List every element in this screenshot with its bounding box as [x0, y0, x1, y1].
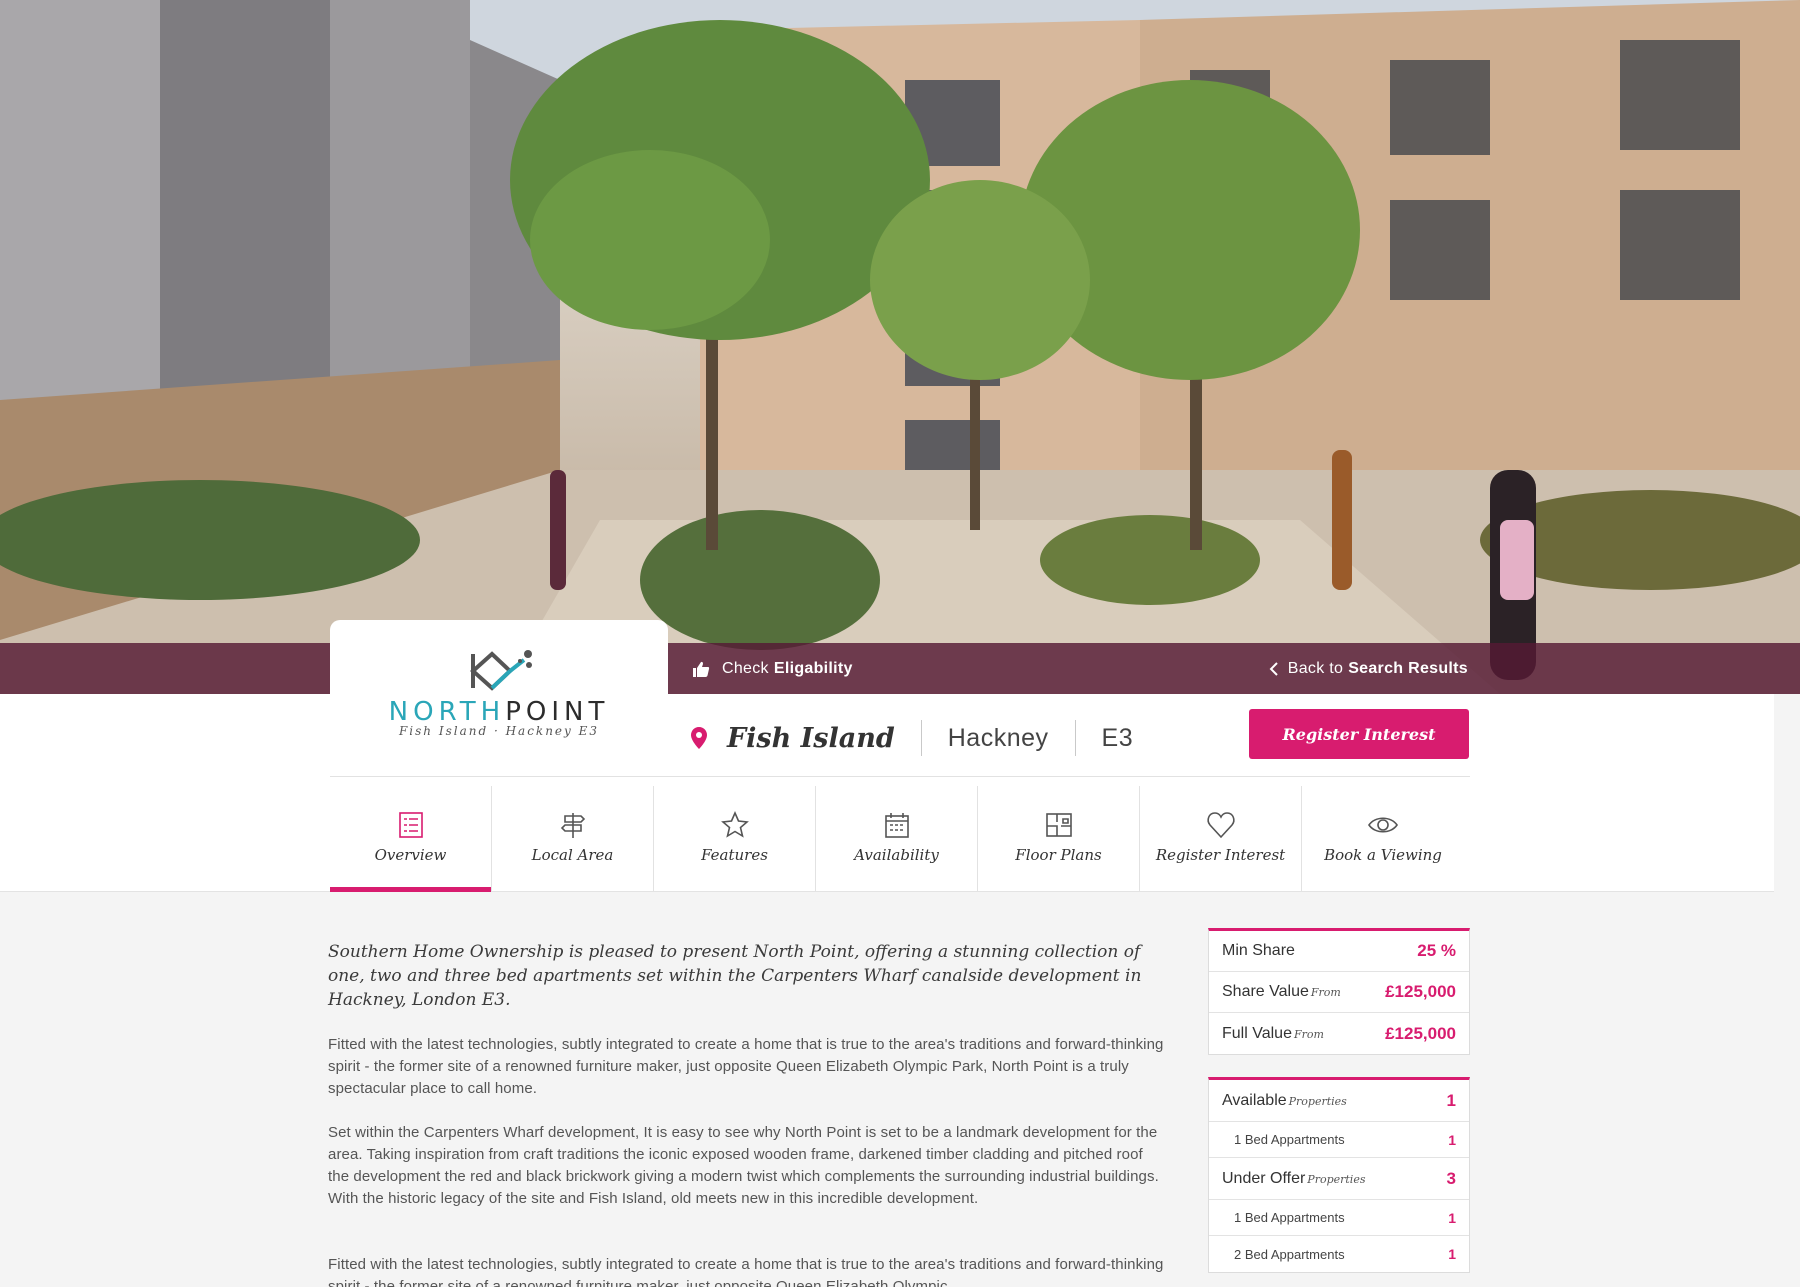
northpoint-logo-mark — [470, 650, 532, 691]
available-row: Available Properties 1 — [1209, 1080, 1469, 1122]
available-type-count: 1 — [1448, 1131, 1456, 1148]
min-share-label: Min Share — [1222, 942, 1295, 959]
back-to-results-link[interactable]: Back to Search Results — [1269, 657, 1468, 681]
min-share-value: 25 % — [1417, 941, 1456, 960]
offer-type-row: 2 Bed Appartments 1 — [1209, 1236, 1469, 1272]
tab-label: Overview — [374, 846, 447, 864]
full-value: £125,000 — [1385, 1023, 1456, 1043]
body-paragraph: Set within the Carpenters Wharf developm… — [328, 1124, 1159, 1207]
share-value-label: Share Value — [1222, 983, 1309, 1000]
tab-label: Features — [701, 846, 768, 864]
offer-type-count: 1 — [1448, 1209, 1456, 1226]
min-share-row: Min Share 25 % — [1209, 931, 1469, 972]
full-value-note: From — [1293, 1027, 1324, 1041]
available-label: Available — [1222, 1091, 1287, 1109]
logo-tagline: Fish Island · Hackney E3 — [398, 724, 600, 738]
tab-label: Floor Plans — [1015, 846, 1102, 864]
under-offer-count: 3 — [1446, 1168, 1456, 1188]
under-offer-row: Under Offer Properties 3 — [1209, 1158, 1469, 1200]
available-count: 1 — [1446, 1090, 1456, 1110]
signpost-icon — [560, 813, 585, 838]
register-interest-button[interactable]: Register Interest — [1249, 709, 1469, 759]
available-type-row: 1 Bed Appartments 1 — [1209, 1122, 1469, 1158]
map-pin-icon — [691, 727, 707, 749]
list-icon — [398, 812, 423, 838]
logo-word-north: NORTH — [388, 697, 506, 727]
tab-availability[interactable]: Availability — [816, 786, 978, 891]
location-town: Fish Island — [727, 722, 895, 754]
tab-label: Availability — [854, 846, 939, 864]
tab-floor-plans[interactable]: Floor Plans — [978, 786, 1140, 891]
logo-wordmark: NORTHPOINT — [330, 697, 668, 727]
share-value-row: Share Value From £125,000 — [1209, 972, 1469, 1013]
floorplan-icon — [1045, 813, 1072, 837]
check-eligibility-prefix: Check — [722, 660, 769, 677]
tab-register-interest[interactable]: Register Interest — [1140, 786, 1302, 891]
tab-label: Local Area — [531, 846, 614, 864]
price-summary: Min Share 25 % Share Value From £125,000 … — [1208, 928, 1470, 1055]
body-paragraph: Fitted with the latest technologies, sub… — [328, 1256, 1164, 1287]
intro-text: Southern Home Ownership is pleased to pr… — [328, 942, 1142, 1010]
availability-summary: Available Properties 1 1 Bed Appartments … — [1208, 1077, 1470, 1273]
available-note: Properties — [1288, 1094, 1347, 1108]
eye-icon — [1368, 817, 1398, 833]
chevron-left-icon — [1269, 662, 1278, 676]
hero-action-bar — [0, 643, 1800, 694]
back-prefix: Back to — [1287, 660, 1344, 677]
development-logo: NORTHPOINT Fish Island · Hackney E3 — [330, 620, 668, 776]
location-row: Fish Island Hackney E3 — [690, 714, 1159, 762]
under-offer-label: Under Offer — [1222, 1169, 1306, 1187]
tab-label: Book a Viewing — [1324, 846, 1442, 864]
tab-book-viewing[interactable]: Book a Viewing — [1302, 786, 1464, 891]
tab-overview[interactable]: Overview — [330, 786, 492, 892]
check-eligibility-link[interactable]: Check Eligability — [692, 657, 853, 681]
tab-features[interactable]: Features — [654, 786, 816, 891]
offer-type-count: 1 — [1448, 1246, 1456, 1262]
offer-type-label: 2 Bed Appartments — [1234, 1246, 1345, 1262]
body-paragraph: Fitted with the latest technologies, sub… — [328, 1036, 1164, 1097]
development-tabs: Overview Local Area Features Availabilit… — [330, 786, 1470, 892]
tab-local-area[interactable]: Local Area — [492, 786, 654, 891]
under-offer-note: Properties — [1307, 1172, 1366, 1186]
share-value-note: From — [1310, 986, 1341, 999]
logo-word-point: POINT — [505, 697, 610, 727]
thumbs-up-icon — [693, 661, 710, 677]
full-value-row: Full Value From £125,000 — [1209, 1013, 1469, 1054]
heart-icon — [1206, 812, 1235, 839]
offer-type-label: 1 Bed Appartments — [1234, 1210, 1345, 1225]
location-borough: Hackney — [947, 723, 1049, 752]
check-eligibility-bold: Eligability — [773, 660, 853, 677]
share-value: £125,000 — [1385, 982, 1456, 1001]
star-icon — [720, 811, 749, 838]
calendar-icon — [884, 813, 909, 838]
offer-type-row: 1 Bed Appartments 1 — [1209, 1200, 1469, 1236]
back-bold: Search Results — [1348, 660, 1468, 677]
header-divider — [330, 776, 1470, 777]
full-value-label: Full Value — [1222, 1024, 1292, 1042]
tab-label: Register Interest — [1155, 846, 1286, 864]
available-type-label: 1 Bed Appartments — [1234, 1132, 1345, 1147]
hero-image — [0, 0, 1800, 694]
location-postcode: E3 — [1101, 723, 1134, 752]
